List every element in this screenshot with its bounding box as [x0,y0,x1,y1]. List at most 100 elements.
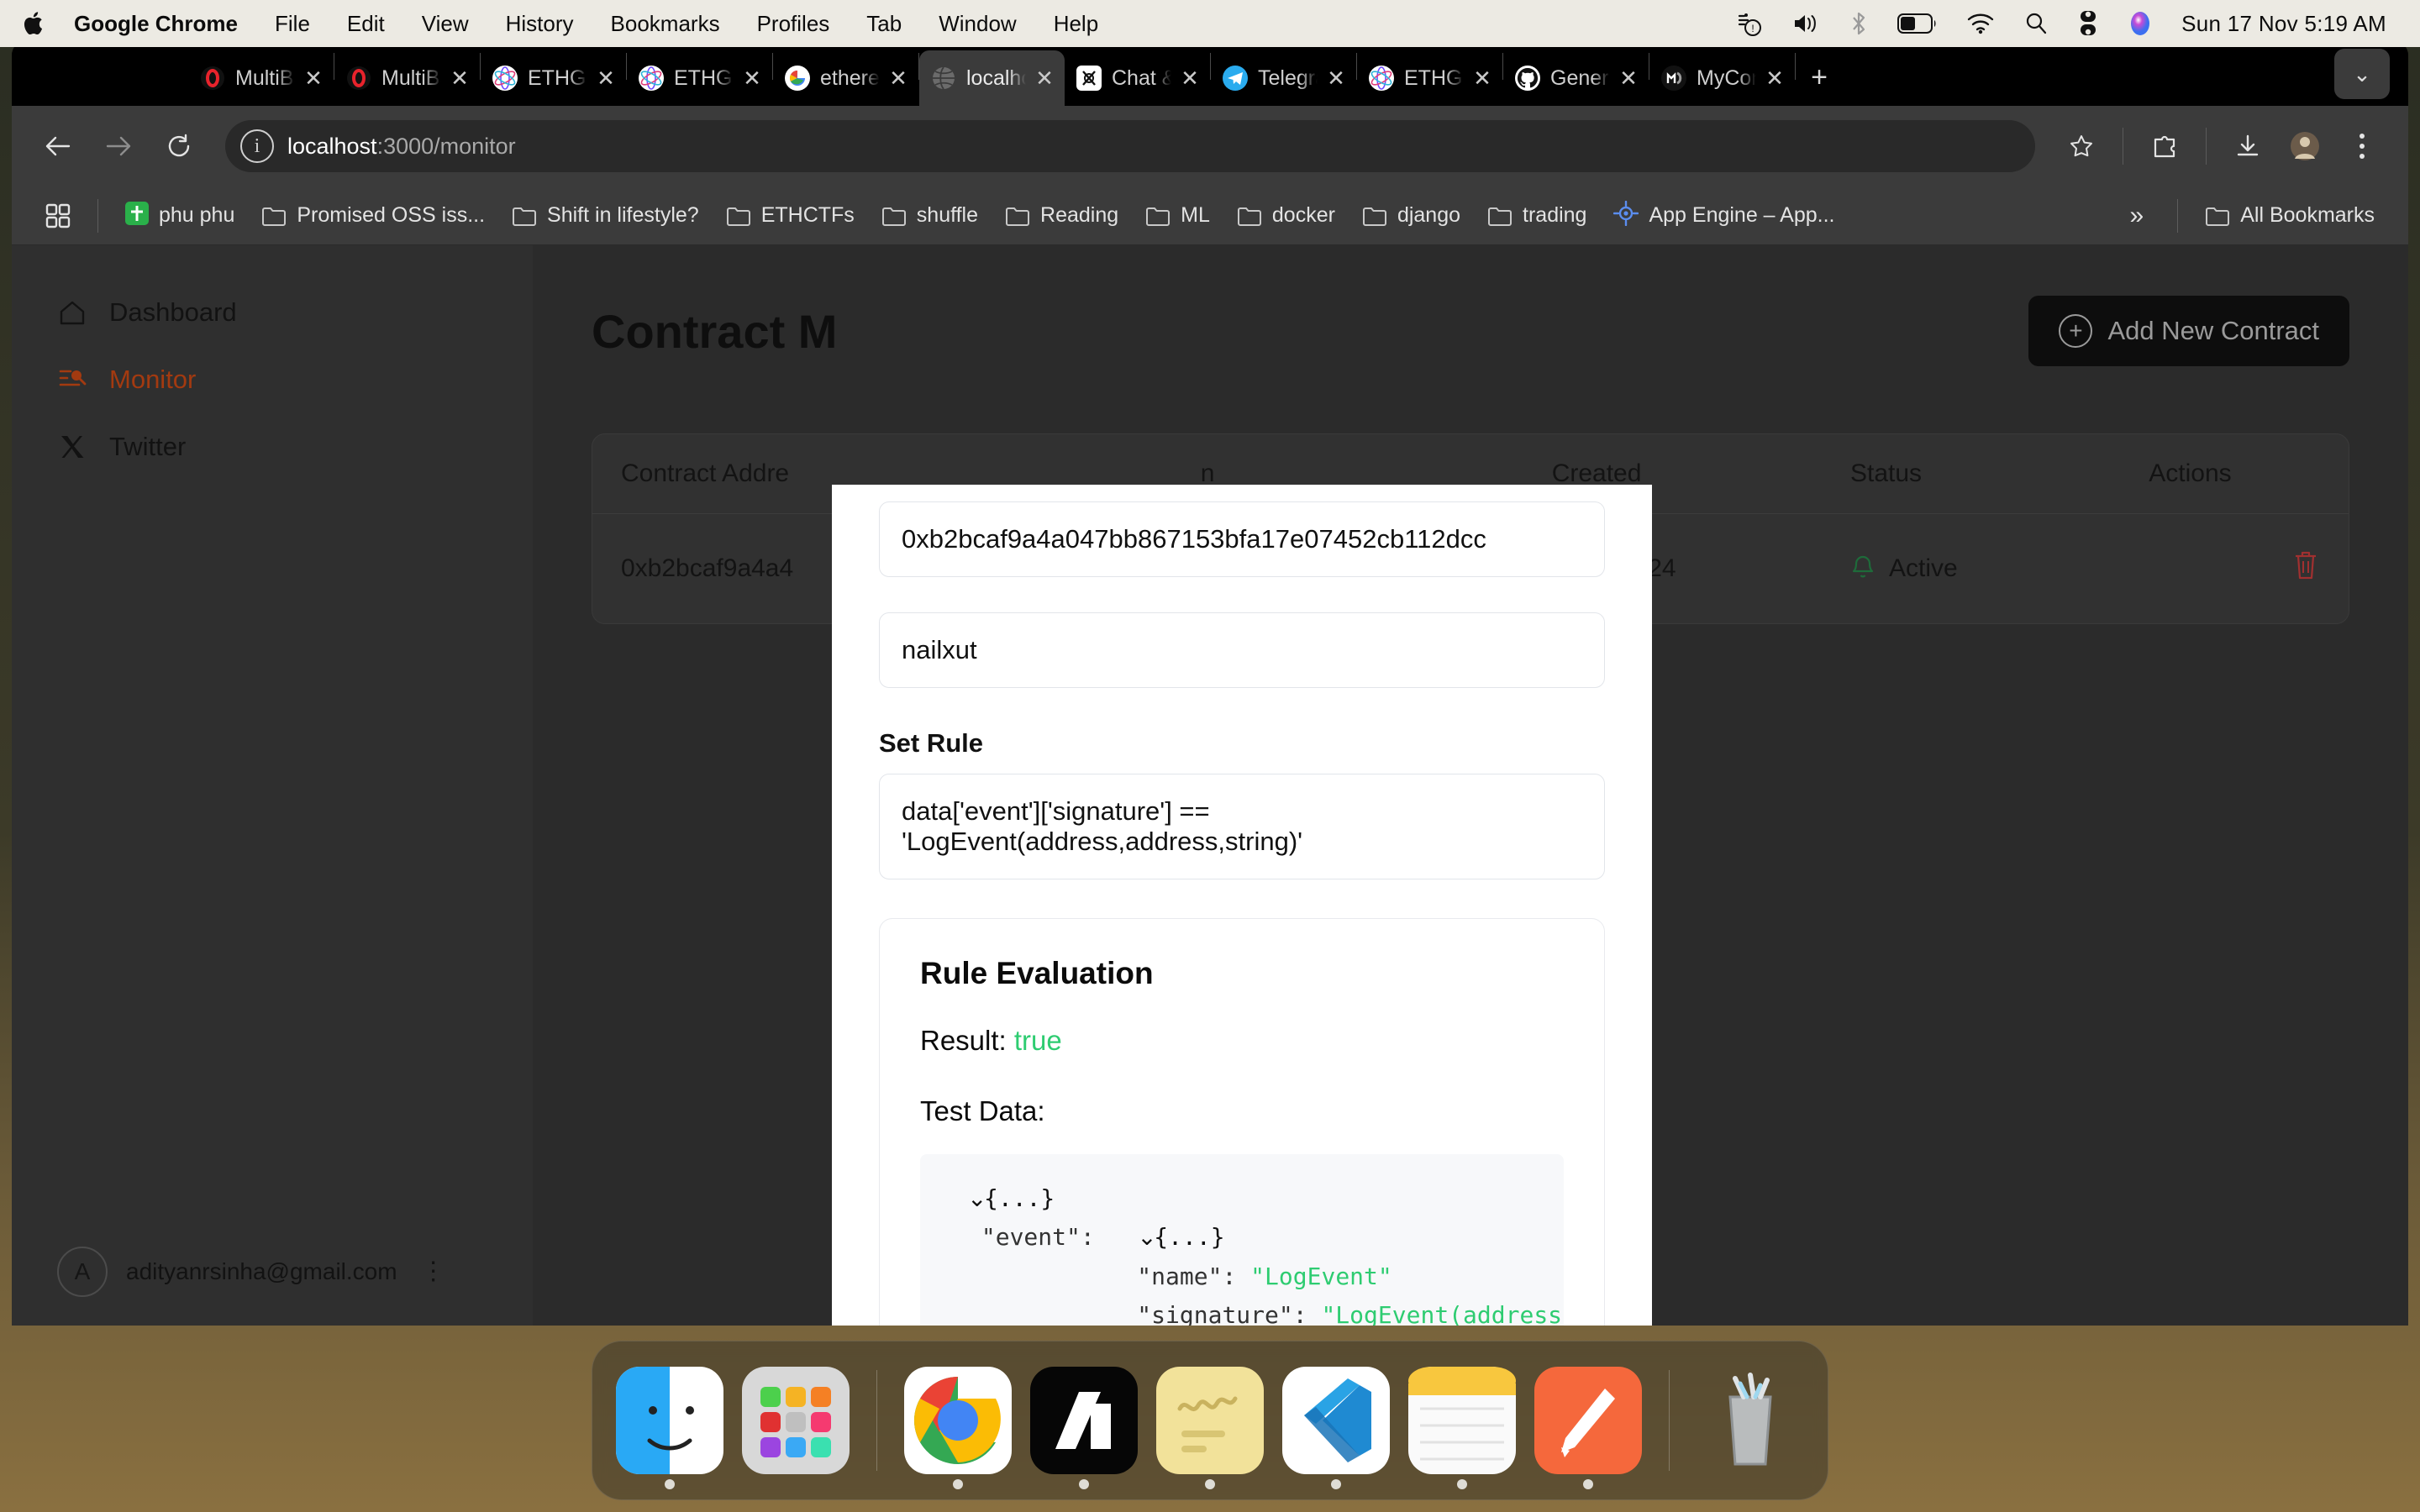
add-new-contract-button[interactable]: + Add New Contract [2028,296,2349,366]
address-bar[interactable]: i localhost:3000/monitor [225,120,2035,172]
menu-edit[interactable]: Edit [329,11,403,37]
fingerprint-touchid-icon[interactable]: ! [1736,9,1763,38]
chevron-down-icon[interactable]: ⌄ [967,1179,986,1218]
bookmark-trading[interactable]: trading [1474,194,1600,238]
menu-view[interactable]: View [403,11,487,37]
siri-icon[interactable] [2128,10,2153,37]
toolbar-divider [2206,128,2207,165]
close-icon[interactable]: ✕ [888,67,908,89]
tab-telegram[interactable]: Telegra ✕ [1211,50,1356,106]
menu-window[interactable]: Window [920,11,1034,37]
bookmark-django[interactable]: django [1349,194,1474,238]
spotlight-search-icon[interactable] [2023,11,2049,36]
google-chrome-icon[interactable] [904,1367,1012,1489]
json-tree-viewer[interactable]: ⌄{...} "event": ⌄{...} "name": "LogEvent… [920,1154,1564,1326]
chevron-down-icon[interactable]: ⌄ [2334,49,2390,99]
tab-mycontract[interactable]: MyCon ✕ [1649,50,1795,106]
info-circle-icon[interactable]: i [240,129,274,163]
download-icon[interactable] [2222,120,2274,172]
trash-icon[interactable] [2291,551,2320,587]
contract-address-input[interactable]: 0xb2bcaf9a4a047bb867153bfa17e07452cb112d… [879,501,1605,577]
close-icon[interactable]: ✕ [303,67,324,89]
menu-history[interactable]: History [487,11,592,37]
volume-icon[interactable] [1791,11,1820,36]
bookmark-shift-in-lifestyle[interactable]: Shift in lifestyle? [498,194,713,238]
mycontract-icon [1660,64,1688,92]
vertical-dots-icon[interactable]: ⋮ [421,1259,446,1284]
menu-help[interactable]: Help [1035,11,1117,37]
all-bookmarks-button[interactable]: All Bookmarks [2191,194,2388,238]
new-tab-button[interactable]: + [1796,54,1843,101]
wifi-icon[interactable] [1966,12,1995,35]
close-icon[interactable]: ✕ [1326,67,1346,89]
bookmark-promised-oss[interactable]: Promised OSS iss... [248,194,498,238]
bookmark-app-engine[interactable]: App Engine – App... [1600,194,1848,238]
bookmark-ethctfs[interactable]: ETHCTFs [713,194,868,238]
bookmarks-overflow-icon[interactable]: » [2110,202,2165,230]
trash-icon[interactable] [1697,1367,1804,1474]
close-icon[interactable]: ✕ [1765,67,1785,89]
finder-icon[interactable] [616,1367,723,1489]
extensions-puzzle-icon[interactable] [2139,120,2191,172]
tab-ethglobal-3[interactable]: ETHGlo ✕ [1357,50,1502,106]
keynote-icon[interactable] [1534,1367,1642,1489]
bookmark-reading[interactable]: Reading [992,194,1132,238]
sidebar-user-account[interactable]: A adityanrsinha@gmail.com ⋮ [12,1247,533,1297]
close-icon[interactable]: ✕ [450,67,470,89]
reload-icon[interactable] [153,120,205,172]
tab-multiba-1[interactable]: MultiBa ✕ [188,50,334,106]
back-arrow-icon[interactable] [32,120,84,172]
close-icon[interactable]: ✕ [596,67,616,89]
battery-icon[interactable] [1897,13,1938,34]
forward-arrow-icon[interactable] [92,120,145,172]
bookmark-shuffle[interactable]: shuffle [868,194,992,238]
tab-label: Telegra [1258,66,1318,90]
bookmark-label: App Engine – App... [1649,203,1835,227]
sidebar-item-monitor[interactable]: Monitor [12,346,533,413]
bookmark-phu-phu[interactable]: phu phu [112,194,248,238]
close-icon[interactable]: ✕ [742,67,762,89]
sidebar-item-dashboard[interactable]: Dashboard [12,279,533,346]
stickies-notes-icon[interactable] [1156,1367,1264,1489]
menu-tab[interactable]: Tab [848,11,920,37]
chevron-down-icon[interactable]: ⌄ [1137,1218,1156,1257]
apps-grid-icon[interactable] [32,194,84,238]
menu-bookmarks[interactable]: Bookmarks [592,11,739,37]
three-dot-menu-icon[interactable] [2336,120,2388,172]
arc-browser-icon[interactable] [1030,1367,1138,1489]
bluetooth-icon[interactable] [1849,10,1869,37]
notes-icon[interactable] [1408,1367,1516,1489]
plus-circle-icon: + [2059,314,2093,348]
launchpad-icon[interactable] [742,1367,850,1474]
tab-github-general[interactable]: Genera ✕ [1503,50,1649,106]
close-icon[interactable]: ✕ [1180,67,1200,89]
vs-code-icon[interactable] [1282,1367,1390,1489]
bookmark-docker[interactable]: docker [1223,194,1349,238]
close-icon[interactable]: ✕ [1472,67,1492,89]
star-icon[interactable] [2055,120,2107,172]
close-icon[interactable]: ✕ [1618,67,1639,89]
menu-bar-clock[interactable]: Sun 17 Nov 5:19 AM [2181,11,2386,37]
profile-avatar-icon[interactable] [2279,120,2331,172]
tab-ethglobal-1[interactable]: ETHGlo ✕ [481,50,626,106]
bookmark-ml[interactable]: ML [1132,194,1223,238]
menu-google-chrome[interactable]: Google Chrome [55,11,256,37]
json-line[interactable]: "event": ⌄{...} [967,1218,1564,1257]
rule-input[interactable]: data['event']['signature'] == 'LogEvent(… [879,774,1605,879]
tab-chat[interactable]: Chat & ✕ [1065,50,1210,106]
close-icon[interactable]: ✕ [1034,67,1055,89]
contract-name-input[interactable]: nailxut [879,612,1605,688]
sidebar-item-twitter[interactable]: Twitter [12,413,533,480]
menu-profiles[interactable]: Profiles [739,11,849,37]
tab-ethereum[interactable]: ethereu ✕ [773,50,918,106]
menu-file[interactable]: File [256,11,329,37]
tab-localhost-active[interactable]: localho ✕ [919,50,1065,106]
apple-logo-icon[interactable] [22,9,47,38]
tab-multiba-2[interactable]: MultiBa ✕ [334,50,480,106]
tab-label: Chat & [1112,66,1171,90]
telegram-icon [1221,64,1249,92]
bookmark-label: Promised OSS iss... [297,203,486,227]
control-center-icon[interactable] [2077,10,2099,37]
tab-ethglobal-2[interactable]: ETHGlo ✕ [627,50,772,106]
json-line[interactable]: ⌄{...} [967,1179,1564,1218]
